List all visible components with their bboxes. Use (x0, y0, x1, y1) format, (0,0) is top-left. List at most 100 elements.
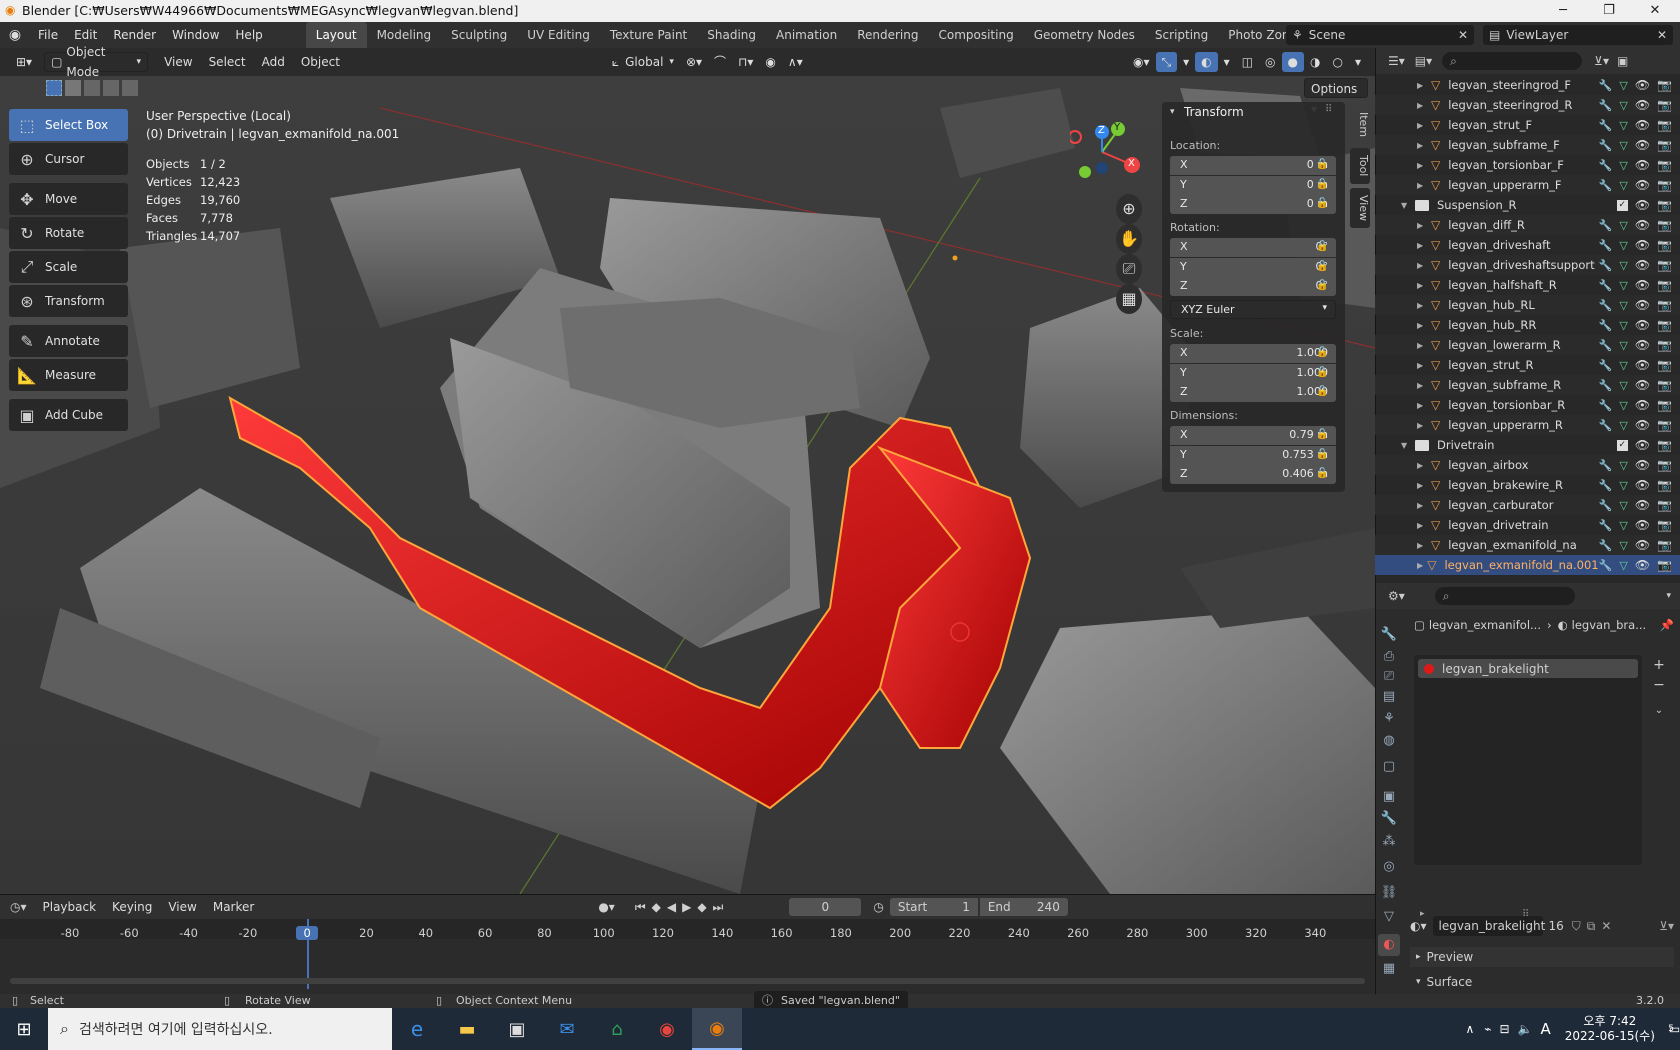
edge-icon[interactable]: e (392, 1017, 442, 1041)
mesh-data-icon[interactable]: ▽ (1619, 379, 1627, 392)
wrench-icon[interactable]: 🔧 (1599, 359, 1613, 372)
tab-sculpting[interactable]: Sculpting (441, 22, 517, 48)
windows-start-icon[interactable]: ⊞ (0, 1019, 48, 1040)
wrench-icon[interactable]: 🔧 (1599, 419, 1613, 432)
eye-icon[interactable]: 👁 (1635, 78, 1650, 92)
chevron-right-icon[interactable]: ▶ (1417, 81, 1431, 90)
tray-expand-icon[interactable]: ∧ (1465, 1022, 1474, 1036)
mesh-data-icon[interactable]: ▽ (1619, 239, 1627, 252)
tab-modifier-icon[interactable]: 🔧 (1378, 808, 1400, 830)
chevron-right-icon[interactable]: ▶ (1417, 461, 1431, 470)
eye-icon[interactable]: 👁 (1635, 478, 1650, 492)
tab-object-data-icon[interactable]: ▽ (1378, 906, 1400, 928)
chevron-right-icon[interactable]: ▶ (1417, 161, 1431, 170)
chevron-down-icon[interactable]: ▼ (1401, 201, 1415, 210)
chevron-right-icon[interactable]: ▶ (1417, 501, 1431, 510)
mode-selector[interactable]: ▢ Object Mode ▾ (44, 45, 149, 79)
wrench-icon[interactable]: 🔧 (1599, 519, 1613, 532)
rendered-shading-icon[interactable]: ○ (1326, 52, 1348, 72)
camera-render-icon[interactable]: 📷 (1657, 258, 1672, 272)
display-mode-icon[interactable]: ▤▾ (1415, 54, 1432, 68)
tab-view-layer-icon[interactable]: ▤ (1378, 686, 1400, 708)
tool-rotate[interactable]: ↻ Rotate (9, 217, 128, 249)
tab-tool-settings-icon[interactable]: 🔧 (1378, 624, 1400, 646)
tab-animation[interactable]: Animation (766, 22, 847, 48)
file-explorer-icon[interactable]: ▬ (442, 1019, 492, 1040)
wrench-icon[interactable]: 🔧 (1599, 399, 1613, 412)
camera-render-icon[interactable]: 📷 (1657, 158, 1672, 172)
overlay-options-icon[interactable]: ▾ (1218, 52, 1236, 72)
eye-icon[interactable]: 👁 (1635, 558, 1650, 572)
chevron-right-icon[interactable]: ▶ (1417, 341, 1431, 350)
ortho-grid-icon[interactable]: ▦ (1116, 284, 1142, 314)
tab-texture-icon[interactable]: ▦ (1378, 958, 1400, 980)
material-slot-row[interactable]: legvan_brakelight (1418, 659, 1638, 678)
tab-object-icon[interactable]: ▣ (1378, 786, 1400, 808)
chrome-icon[interactable]: ◉ (642, 1019, 692, 1040)
camera-render-icon[interactable]: 📷 (1657, 458, 1672, 472)
viewlayer-selector[interactable]: ▤ ViewLayer ✕ (1483, 25, 1673, 45)
wrench-icon[interactable]: 🔧 (1599, 539, 1613, 552)
material-name-field[interactable]: legvan_brakelight (1432, 916, 1545, 936)
mail-icon[interactable]: ✉ (542, 1019, 592, 1040)
properties-search-input[interactable]: ⌕ (1434, 587, 1575, 605)
tab-tool[interactable]: Tool (1350, 148, 1370, 184)
wrench-icon[interactable]: 🔧 (1599, 279, 1613, 292)
tab-compositing[interactable]: Compositing (928, 22, 1023, 48)
preview-range-icon[interactable]: ◷ (873, 900, 883, 914)
tool-add-cube[interactable]: ▣ Add Cube (9, 399, 128, 431)
lock-icon[interactable]: 🔓 (1316, 241, 1328, 252)
mesh-data-icon[interactable]: ▽ (1619, 99, 1627, 112)
location-x-field[interactable]: X0 m (1170, 156, 1336, 175)
select-new-icon[interactable] (46, 80, 62, 96)
panel-collapse-icon[interactable]: ▾ (1170, 107, 1175, 117)
eye-icon[interactable]: 👁 (1635, 178, 1650, 192)
lock-icon[interactable]: 🔓 (1316, 468, 1328, 479)
current-frame-field[interactable]: 0 (789, 898, 862, 916)
eye-icon[interactable]: 👁 (1635, 218, 1650, 232)
new-collection-icon[interactable]: ▣ (1617, 54, 1628, 68)
scene-selector[interactable]: ⚘ Scene ✕ (1286, 25, 1474, 45)
mesh-data-icon[interactable]: ▽ (1619, 559, 1627, 572)
menu-help[interactable]: Help (227, 22, 270, 48)
eye-icon[interactable]: 👁 (1635, 518, 1650, 532)
camera-render-icon[interactable]: 📷 (1657, 218, 1672, 232)
mesh-data-icon[interactable]: ▽ (1619, 139, 1627, 152)
timeline-menu-view[interactable]: View (160, 897, 204, 917)
timeline-menu-playback[interactable]: Playback (35, 897, 105, 917)
wrench-icon[interactable]: 🔧 (1599, 339, 1613, 352)
eye-icon[interactable]: 👁 (1635, 138, 1650, 152)
chevron-right-icon[interactable]: ▶ (1417, 101, 1431, 110)
options-button[interactable]: Options ▾ (1304, 78, 1368, 116)
eye-icon[interactable]: 👁 (1635, 438, 1650, 452)
chevron-right-icon[interactable]: ▶ (1417, 401, 1431, 410)
duplicate-icon[interactable]: ⧉ (1587, 919, 1596, 934)
filter-icon[interactable]: ⊻▾ (1594, 54, 1609, 68)
tab-item[interactable]: Item (1350, 106, 1370, 144)
camera-render-icon[interactable]: 📷 (1657, 78, 1672, 92)
tab-scene-icon[interactable]: ⚘ (1378, 708, 1400, 730)
mesh-data-icon[interactable]: ▽ (1619, 419, 1627, 432)
tab-physics-icon[interactable]: ◎ (1378, 856, 1400, 878)
mesh-data-icon[interactable]: ▽ (1619, 79, 1627, 92)
tab-output-icon[interactable]: ⎚ (1378, 666, 1400, 688)
viewport-menu-object[interactable]: Object (293, 52, 348, 72)
outliner-item[interactable]: ▶ ▽ legvan_torsionbar_F 🔧 ▽ 👁 📷 (1375, 155, 1680, 175)
users-count[interactable]: 16 (1549, 919, 1564, 933)
mesh-data-icon[interactable]: ▽ (1619, 259, 1627, 272)
camera-icon[interactable]: ⎚ (1116, 254, 1142, 284)
outliner-item[interactable]: ▶ ▽ legvan_steeringrod_F 🔧 ▽ 👁 📷 (1375, 75, 1680, 95)
outliner-item[interactable]: ▶ ▽ legvan_torsionbar_R 🔧 ▽ 👁 📷 (1375, 395, 1680, 415)
minimize-button[interactable]: ─ (1540, 0, 1586, 22)
fake-user-icon[interactable]: ⛉ (1572, 919, 1581, 934)
editor-type-icon[interactable]: ⊞▾ (10, 52, 38, 72)
wrench-icon[interactable]: 🔧 (1599, 559, 1613, 572)
mesh-data-icon[interactable]: ▽ (1619, 499, 1627, 512)
tab-constraints-icon[interactable]: ⛓ (1378, 882, 1400, 904)
store-icon[interactable]: ▣ (492, 1019, 542, 1040)
wrench-icon[interactable]: 🔧 (1599, 79, 1613, 92)
tab-geometry-nodes[interactable]: Geometry Nodes (1024, 22, 1145, 48)
add-slot-icon[interactable]: + (1648, 655, 1670, 675)
camera-render-icon[interactable]: 📷 (1657, 478, 1672, 492)
mesh-data-icon[interactable]: ▽ (1619, 479, 1627, 492)
